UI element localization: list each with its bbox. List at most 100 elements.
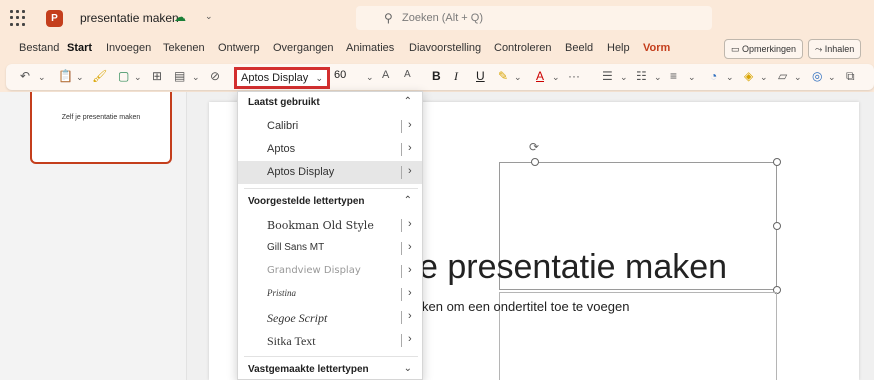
shapes-dropdown-icon[interactable]: ⌄ bbox=[726, 72, 734, 83]
divider bbox=[244, 356, 418, 357]
chevron-right-icon[interactable]: › bbox=[408, 310, 412, 322]
resize-handle[interactable] bbox=[773, 222, 781, 230]
font-option-calibri[interactable]: Calibri › bbox=[238, 115, 422, 138]
search-box[interactable]: ⚲ Zoeken (Alt + Q) bbox=[356, 6, 712, 30]
chevron-right-icon[interactable]: › bbox=[408, 142, 412, 154]
chevron-right-icon[interactable]: › bbox=[408, 264, 412, 276]
bold-button[interactable]: B bbox=[432, 69, 441, 83]
chevron-up-icon[interactable]: ⌃ bbox=[404, 96, 412, 107]
shape-fill-icon[interactable]: ◈ bbox=[744, 69, 753, 83]
clear-formatting-icon[interactable]: ⊘ bbox=[210, 69, 220, 83]
numbering-icon[interactable]: ☷ bbox=[636, 69, 647, 83]
font-option-label: Aptos bbox=[267, 143, 296, 155]
font-size-value: 60 bbox=[334, 69, 347, 81]
font-option-label: Segoe Script bbox=[267, 311, 328, 325]
font-option-aptos[interactable]: Aptos › bbox=[238, 138, 422, 161]
slide-title[interactable]: e presentatie maken bbox=[419, 248, 727, 287]
shapes-icon[interactable]: ◔ bbox=[710, 69, 717, 83]
pinned-fonts-header[interactable]: Vastgemaakte lettertypen ⌄ bbox=[238, 359, 422, 379]
section-label: Laatst gebruikt bbox=[248, 97, 320, 108]
chevron-down-icon[interactable]: ⌄ bbox=[315, 73, 323, 84]
rotate-handle-icon[interactable]: ⟳ bbox=[529, 140, 539, 154]
layout-dropdown-icon[interactable]: ⌄ bbox=[192, 72, 200, 83]
divider bbox=[244, 188, 418, 189]
catch-up-button[interactable]: ⤳ Inhalen bbox=[808, 39, 862, 59]
layout-icon[interactable]: ▤ bbox=[174, 69, 185, 83]
undo-dropdown-icon[interactable]: ⌄ bbox=[38, 72, 46, 83]
menu-animaties[interactable]: Animaties bbox=[346, 42, 394, 54]
menu-ontwerp[interactable]: Ontwerp bbox=[218, 42, 260, 54]
shrink-font-icon[interactable]: A bbox=[404, 69, 411, 80]
chevron-right-icon[interactable]: › bbox=[408, 165, 412, 177]
more-options-icon[interactable]: ··· bbox=[568, 69, 580, 83]
format-painter-icon[interactable]: 🖌 bbox=[92, 69, 107, 83]
paste-icon[interactable]: 📋 bbox=[58, 69, 73, 83]
shape-outline-icon[interactable]: ▱ bbox=[778, 69, 787, 83]
menu-start[interactable]: Start bbox=[67, 42, 92, 54]
chevron-down-icon[interactable]: ⌄ bbox=[205, 11, 213, 22]
chevron-right-icon[interactable]: › bbox=[408, 287, 412, 299]
new-slide-icon[interactable]: ▢ bbox=[118, 69, 129, 83]
align-dropdown-icon[interactable]: ⌄ bbox=[688, 72, 696, 83]
highlight-icon[interactable]: ✎ bbox=[498, 69, 508, 83]
chevron-up-icon[interactable]: ⌃ bbox=[404, 195, 412, 206]
chevron-right-icon[interactable]: › bbox=[408, 241, 412, 253]
chevron-right-icon[interactable]: › bbox=[408, 333, 412, 345]
font-option-aptos-display[interactable]: Aptos Display › bbox=[238, 161, 422, 184]
font-color-dropdown-icon[interactable]: ⌄ bbox=[552, 72, 560, 83]
menu-controleren[interactable]: Controleren bbox=[494, 42, 551, 54]
shape-outline-dropdown-icon[interactable]: ⌄ bbox=[794, 72, 802, 83]
resize-handle[interactable] bbox=[531, 158, 539, 166]
shape-effects-icon[interactable]: ◎ bbox=[812, 69, 822, 83]
shape-effects-dropdown-icon[interactable]: ⌄ bbox=[828, 72, 836, 83]
font-size-selector[interactable]: 60 bbox=[334, 69, 374, 87]
slide-subtitle[interactable]: ken om een ondertitel toe te voegen bbox=[422, 299, 629, 314]
document-title[interactable]: presentatie maken bbox=[80, 11, 179, 25]
font-dropdown-menu: Laatst gebruikt ⌃ Calibri › Aptos › Apto… bbox=[237, 91, 423, 380]
font-option-segoe-script[interactable]: Segoe Script › bbox=[238, 306, 422, 329]
divider bbox=[401, 166, 402, 179]
menu-invoegen[interactable]: Invoegen bbox=[106, 42, 151, 54]
menu-beeld[interactable]: Beeld bbox=[565, 42, 593, 54]
italic-button[interactable]: I bbox=[454, 69, 458, 84]
font-option-grandview[interactable]: Grandview Display › bbox=[238, 260, 422, 283]
font-option-label: Gill Sans MT bbox=[267, 242, 325, 253]
font-color-icon[interactable]: A bbox=[536, 69, 544, 83]
font-name-selector[interactable]: Aptos Display ⌄ bbox=[234, 67, 330, 89]
chevron-right-icon[interactable]: › bbox=[408, 119, 412, 131]
menu-help[interactable]: Help bbox=[607, 42, 630, 54]
underline-button[interactable]: U bbox=[476, 69, 485, 83]
recent-fonts-header[interactable]: Laatst gebruikt ⌃ bbox=[238, 92, 422, 114]
paste-dropdown-icon[interactable]: ⌄ bbox=[76, 72, 84, 83]
reuse-slide-icon[interactable]: ⊞ bbox=[152, 69, 162, 83]
section-label: Vastgemaakte lettertypen bbox=[248, 364, 369, 375]
resize-handle[interactable] bbox=[773, 158, 781, 166]
align-icon[interactable]: ≡ bbox=[670, 69, 677, 83]
app-launcher-icon[interactable] bbox=[10, 10, 26, 26]
chevron-down-icon[interactable]: ⌄ bbox=[404, 363, 412, 374]
bullets-icon[interactable]: ☰ bbox=[602, 69, 613, 83]
suggested-fonts-header[interactable]: Voorgestelde lettertypen ⌃ bbox=[238, 191, 422, 213]
font-option-sitka-text[interactable]: Sitka Text › bbox=[238, 329, 422, 352]
chevron-right-icon[interactable]: › bbox=[408, 218, 412, 230]
comments-button[interactable]: ▭ Opmerkingen bbox=[724, 39, 804, 59]
highlight-dropdown-icon[interactable]: ⌄ bbox=[514, 72, 522, 83]
font-option-label: Pristina bbox=[267, 288, 297, 298]
menu-vorm[interactable]: Vorm bbox=[643, 42, 670, 54]
menu-tekenen[interactable]: Tekenen bbox=[163, 42, 205, 54]
undo-icon[interactable]: ↶ bbox=[20, 69, 30, 83]
arrange-icon[interactable]: ⧉ bbox=[846, 69, 855, 84]
font-option-bookman[interactable]: Bookman Old Style › bbox=[238, 214, 422, 237]
font-option-gill-sans[interactable]: Gill Sans MT › bbox=[238, 237, 422, 260]
font-option-pristina[interactable]: Pristina › bbox=[238, 283, 422, 306]
menu-diavoorstelling[interactable]: Diavoorstelling bbox=[409, 42, 481, 54]
grow-font-icon[interactable]: A bbox=[382, 69, 389, 81]
shape-fill-dropdown-icon[interactable]: ⌄ bbox=[760, 72, 768, 83]
menu-bestand[interactable]: Bestand bbox=[19, 42, 59, 54]
slide-thumbnail[interactable]: Zelf je presentatie maken bbox=[30, 92, 172, 164]
bullets-dropdown-icon[interactable]: ⌄ bbox=[620, 72, 628, 83]
search-input[interactable]: Zoeken (Alt + Q) bbox=[402, 12, 483, 24]
menu-overgangen[interactable]: Overgangen bbox=[273, 42, 334, 54]
new-slide-dropdown-icon[interactable]: ⌄ bbox=[134, 72, 142, 83]
numbering-dropdown-icon[interactable]: ⌄ bbox=[654, 72, 662, 83]
